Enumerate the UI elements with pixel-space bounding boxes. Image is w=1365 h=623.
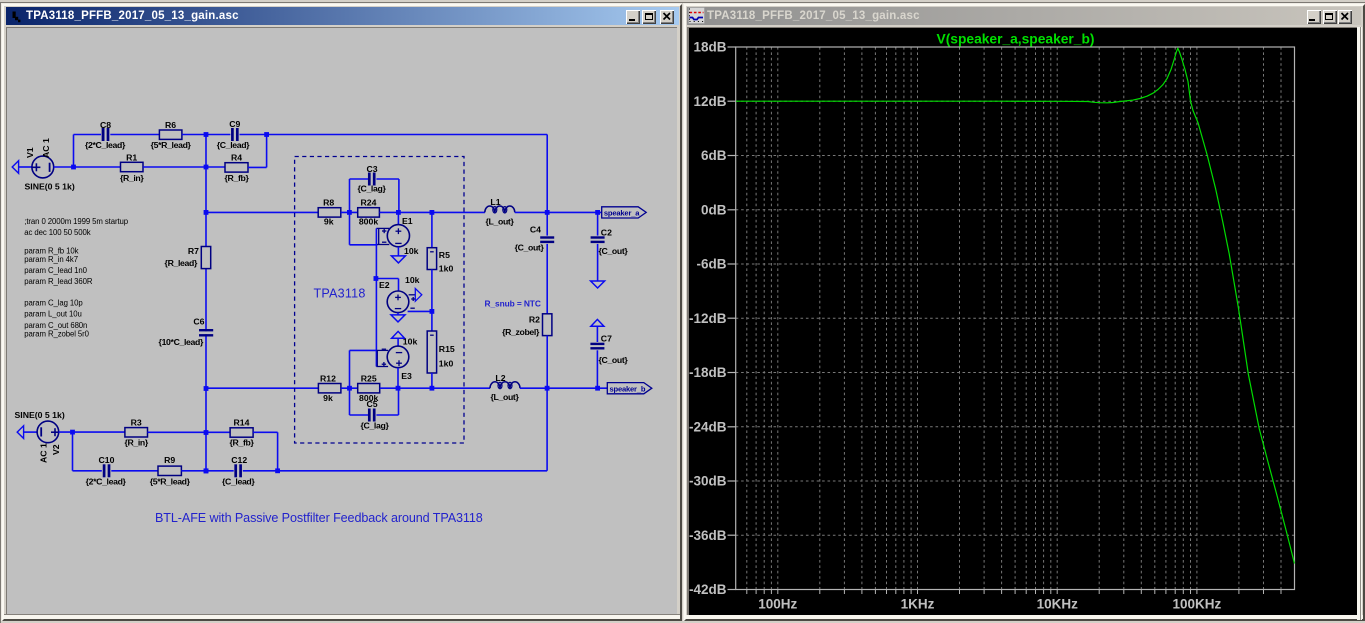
- svg-text:R6: R6: [165, 120, 176, 130]
- svg-text:L1: L1: [490, 197, 500, 207]
- svg-text:R4: R4: [231, 152, 242, 162]
- svg-text:AC 1: AC 1: [41, 138, 51, 158]
- svg-text:param C_lead 1n0: param C_lead 1n0: [24, 266, 87, 275]
- svg-text:{C_lead}: {C_lead}: [217, 140, 250, 150]
- svg-text:R25: R25: [361, 373, 377, 383]
- svg-text:param R_zobel 5r0: param R_zobel 5r0: [24, 329, 89, 338]
- svg-text:C7: C7: [601, 334, 612, 344]
- svg-text:R12: R12: [320, 373, 336, 383]
- svg-text:{C_lag}: {C_lag}: [358, 184, 387, 194]
- svg-text:R2: R2: [529, 314, 540, 324]
- svg-text:{2*C_lead}: {2*C_lead}: [85, 140, 126, 150]
- svg-text:9k: 9k: [324, 217, 334, 227]
- svg-text:100KHz: 100KHz: [1173, 597, 1222, 612]
- svg-text:{R_fb}: {R_fb}: [230, 438, 255, 448]
- svg-text:C9: C9: [229, 119, 240, 129]
- svg-text:1k0: 1k0: [439, 358, 454, 368]
- svg-text:-24dB: -24dB: [689, 419, 727, 434]
- svg-text:V(speaker_a,speaker_b): V(speaker_a,speaker_b): [937, 32, 1095, 47]
- svg-text:R24: R24: [361, 197, 377, 207]
- svg-text:C6: C6: [193, 317, 204, 327]
- svg-text:100Hz: 100Hz: [758, 597, 797, 612]
- svg-text:-30dB: -30dB: [689, 474, 727, 489]
- svg-text:C2: C2: [601, 227, 612, 237]
- svg-text:6dB: 6dB: [701, 148, 727, 163]
- svg-text:0dB: 0dB: [701, 202, 727, 217]
- svg-text:SINE(0 5 1k): SINE(0 5 1k): [15, 410, 65, 420]
- svg-text:R15: R15: [439, 344, 455, 354]
- svg-text:{C_lead}: {C_lead}: [222, 476, 255, 486]
- svg-text:-6dB: -6dB: [697, 257, 727, 272]
- svg-text:param R_in 4k7: param R_in 4k7: [24, 255, 78, 264]
- svg-text:{R_in}: {R_in}: [120, 173, 144, 183]
- svg-text:R9: R9: [164, 455, 175, 465]
- svg-text:SINE(0 5 1k): SINE(0 5 1k): [25, 182, 75, 192]
- svg-text:{C_lag}: {C_lag}: [361, 421, 390, 431]
- svg-text:R1: R1: [126, 152, 137, 162]
- svg-text:{L_out}: {L_out}: [486, 216, 515, 226]
- svg-text:L2: L2: [495, 373, 505, 383]
- svg-text:-18dB: -18dB: [689, 365, 727, 380]
- svg-text:{R_zobel}: {R_zobel}: [502, 327, 540, 337]
- svg-text:R8: R8: [323, 197, 334, 207]
- svg-text:-12dB: -12dB: [689, 311, 727, 326]
- svg-text:;tran 0 2000m 1999 5m startup: ;tran 0 2000m 1999 5m startup: [24, 217, 128, 226]
- svg-text:{C_out}: {C_out}: [599, 246, 629, 256]
- svg-text:R5: R5: [439, 250, 450, 260]
- svg-text:1k0: 1k0: [439, 264, 454, 274]
- svg-text:V1: V1: [25, 147, 35, 158]
- svg-text:10k: 10k: [404, 246, 419, 256]
- svg-text:TPA3118: TPA3118: [314, 287, 366, 301]
- svg-text:-36dB: -36dB: [689, 528, 727, 543]
- svg-text:{5*R_lead}: {5*R_lead}: [150, 476, 191, 486]
- svg-text:-42dB: -42dB: [689, 582, 727, 597]
- svg-text:18dB: 18dB: [693, 40, 726, 55]
- svg-text:R7: R7: [188, 246, 199, 256]
- svg-text:10k: 10k: [403, 337, 418, 347]
- svg-text:12dB: 12dB: [693, 94, 726, 109]
- svg-text:V2: V2: [51, 444, 61, 455]
- svg-text:C10: C10: [99, 455, 115, 465]
- svg-text:{5*R_lead}: {5*R_lead}: [151, 140, 192, 150]
- svg-text:C12: C12: [231, 455, 247, 465]
- svg-text:800k: 800k: [359, 217, 378, 227]
- svg-text:ac dec 100 50 500k: ac dec 100 50 500k: [24, 228, 90, 237]
- svg-text:AC 1: AC 1: [39, 443, 49, 463]
- svg-text:R14: R14: [234, 417, 250, 427]
- svg-text:speaker_a: speaker_a: [604, 209, 640, 218]
- svg-text:9k: 9k: [323, 393, 333, 403]
- svg-text:param L_out 10u: param L_out 10u: [24, 310, 81, 319]
- svg-text:1KHz: 1KHz: [901, 597, 935, 612]
- svg-text:speaker_b: speaker_b: [610, 384, 646, 393]
- svg-text:{R_fb}: {R_fb}: [225, 173, 250, 183]
- svg-text:10KHz: 10KHz: [1037, 597, 1079, 612]
- svg-text:{C_out}: {C_out}: [599, 355, 629, 365]
- svg-text:{10*C_lead}: {10*C_lead}: [159, 337, 204, 347]
- svg-text:E2: E2: [379, 280, 390, 290]
- svg-text:10k: 10k: [405, 275, 420, 285]
- svg-text:R3: R3: [131, 417, 142, 427]
- svg-text:R_snub = NTC: R_snub = NTC: [485, 298, 541, 308]
- svg-text:param C_lag 10p: param C_lag 10p: [24, 299, 83, 308]
- svg-text:param R_lead 360R: param R_lead 360R: [24, 277, 93, 286]
- svg-text:{C_out}: {C_out}: [515, 242, 545, 252]
- svg-text:{2*C_lead}: {2*C_lead}: [86, 476, 127, 486]
- svg-text:{R_lead}: {R_lead}: [165, 258, 198, 268]
- svg-text:E1: E1: [402, 216, 413, 226]
- svg-text:{L_out}: {L_out}: [491, 392, 520, 402]
- svg-text:BTL-AFE with Passive Postfilte: BTL-AFE with Passive Postfilter Feedback…: [155, 511, 483, 525]
- svg-text:E3: E3: [401, 371, 412, 381]
- svg-text:C3: C3: [366, 164, 377, 174]
- svg-text:C4: C4: [530, 224, 541, 234]
- svg-text:C5: C5: [366, 399, 377, 409]
- svg-text:C8: C8: [100, 120, 111, 130]
- svg-text:{R_in}: {R_in}: [124, 438, 148, 448]
